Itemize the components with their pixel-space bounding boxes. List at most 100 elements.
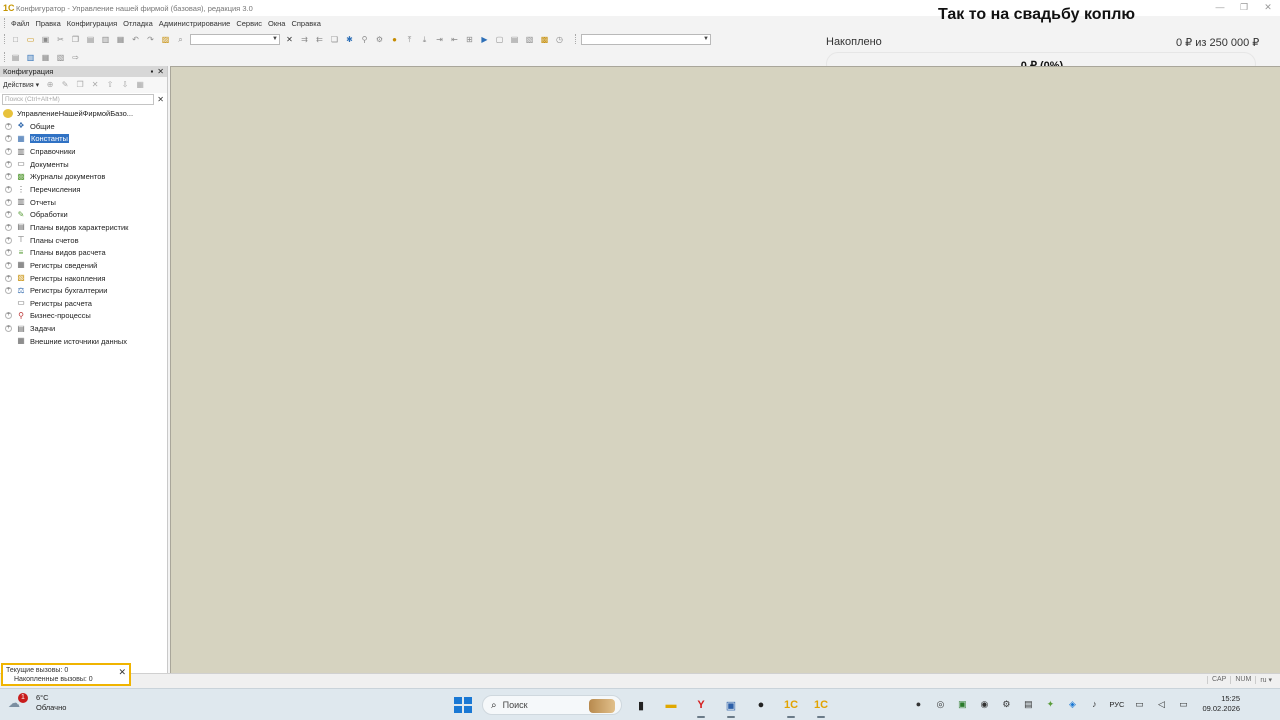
delete-icon[interactable]: ✕ [90,80,100,90]
menu-administration[interactable]: Администрирование [159,19,231,28]
windows-start-icon[interactable] [452,695,472,715]
display-icon[interactable]: ▤ [1021,697,1035,711]
move-down-icon[interactable]: ⇩ [120,80,130,90]
minimize-icon[interactable]: — [1208,0,1232,16]
chevron-down-icon[interactable]: ▼ [703,35,709,44]
copy-item-icon[interactable]: ❐ [75,80,85,90]
steam-icon[interactable]: ◉ [977,697,991,711]
remote-desktop-icon[interactable]: ▣ [720,694,742,718]
expand-icon[interactable]: + [5,148,12,156]
language-indicator[interactable]: ru ▾ [1255,676,1276,684]
expand-icon[interactable]: + [5,122,12,130]
menu-edit[interactable]: Правка [35,19,60,28]
expand-icon[interactable]: + [5,198,12,206]
tree-item-accounts[interactable]: + ⊤ Планы счетов [0,234,167,247]
yandex-browser-icon[interactable]: Y [690,694,712,718]
expand-icon[interactable]: + [5,249,12,257]
tree-item-common[interactable]: + ❖ Общие [0,120,167,133]
1c-enterprise-icon[interactable]: 1С [780,694,802,718]
clear-search-icon[interactable]: ✕ [284,34,295,45]
tree-item-acc-registers[interactable]: + ⚖ Регистры бухгалтерии [0,284,167,297]
window-3-icon[interactable]: ▧ [524,34,535,45]
expand-icon[interactable]: + [5,287,12,295]
tree-root[interactable]: УправлениеНашейФирмойБазо... [0,107,167,120]
bp-2-icon[interactable]: ⤓ [419,34,430,45]
tree-item-constants[interactable]: + ▦ Константы [0,133,167,146]
expand-icon[interactable]: + [5,274,12,282]
tree-icon[interactable]: ▥ [25,52,36,63]
tree-item-business-process[interactable]: + ⚲ Бизнес-процессы [0,310,167,323]
edit-icon[interactable]: ✎ [60,80,70,90]
pin-icon[interactable]: ▪ [150,67,153,76]
tree-item-accum-registers[interactable]: + ▧ Регистры накопления [0,272,167,285]
settings-tray-icon[interactable]: ⚙ [999,697,1013,711]
tree-item-documents[interactable]: + ▭ Документы [0,158,167,171]
expand-icon[interactable]: + [5,312,12,320]
panel-search-input[interactable] [2,94,155,105]
expand-icon[interactable]: + [5,173,12,181]
find-next-icon[interactable]: ⇉ [299,34,310,45]
obs-icon[interactable]: ● [750,694,772,716]
find-prev-icon[interactable]: ⇇ [314,34,325,45]
add-icon[interactable]: ⊕ [45,80,55,90]
compare-icon[interactable]: ▦ [40,52,51,63]
tree-item-char-types[interactable]: + ▤ Планы видов характеристик [0,221,167,234]
open-folder-icon[interactable]: ▭ [25,34,36,45]
list-icon[interactable]: ▤ [10,52,21,63]
chrome-tray-icon[interactable]: ◎ [933,697,947,711]
tree-item-catalogs[interactable]: + ▥ Справочники [0,145,167,158]
android-icon[interactable]: ✦ [1043,697,1057,711]
keyboard-layout[interactable]: РУС [1109,700,1124,709]
menu-debug[interactable]: Отладка [123,19,153,28]
debug-config-icon[interactable]: ⚙ [374,34,385,45]
1c-configurator-icon[interactable]: 1С [810,694,832,718]
menu-grip[interactable] [4,18,7,28]
file-explorer-icon[interactable]: ▬ [660,694,682,716]
expand-icon[interactable]: + [5,236,12,244]
debug-step-icon[interactable]: ⚲ [359,34,370,45]
tree-item-processing[interactable]: + ✎ Обработки [0,208,167,221]
menu-service[interactable]: Сервис [236,19,262,28]
close-icon[interactable]: ✕ [118,668,126,677]
info-icon[interactable]: ● [389,34,400,45]
network-icon[interactable]: ▭ [1132,697,1146,711]
find-icon[interactable]: ⌕ [175,34,186,45]
paste-icon[interactable]: ▤ [85,34,96,45]
move-up-icon[interactable]: ⇧ [105,80,115,90]
panel-close-icon[interactable]: ✕ [157,67,164,76]
undo-icon[interactable]: ↶ [130,34,141,45]
module-combo[interactable]: ▼ [581,33,711,45]
tree-item-enums[interactable]: + ⋮ Перечисления [0,183,167,196]
tree-item-calc-registers[interactable]: ▭ Регистры расчета [0,297,167,310]
tree-item-calc-types[interactable]: + ≡ Планы видов расчета [0,246,167,259]
bp-4-icon[interactable]: ⇤ [449,34,460,45]
actions-menu[interactable]: Действия ▾ [3,81,39,89]
window-2-icon[interactable]: ▤ [509,34,520,45]
print-icon[interactable]: ▥ [100,34,111,45]
menu-configuration[interactable]: Конфигурация [67,19,117,28]
menu-windows[interactable]: Окна [268,19,285,28]
bp-3-icon[interactable]: ⇥ [434,34,445,45]
export-icon[interactable]: ⇨ [70,52,81,63]
nvidia-icon[interactable]: ▣ [955,697,969,711]
window-1-icon[interactable]: ▢ [494,34,505,45]
bp-1-icon[interactable]: ⤒ [404,34,415,45]
find-in-files-icon[interactable]: ▨ [160,34,171,45]
toolbar-grip-3[interactable] [4,52,7,62]
task-view-icon[interactable]: ▮ [630,694,652,716]
search-combo[interactable]: ▼ [190,33,280,45]
expand-icon[interactable]: + [5,261,12,269]
menu-file[interactable]: Файл [11,19,29,28]
chevron-down-icon[interactable]: ▼ [272,35,278,44]
clear-icon[interactable]: ✕ [156,94,165,105]
toolbar-grip-2[interactable] [575,34,578,44]
sort-icon[interactable]: ▦ [135,80,145,90]
expand-icon[interactable]: + [5,211,12,219]
close-icon[interactable]: ✕ [1256,0,1280,16]
merge-icon[interactable]: ▧ [55,52,66,63]
expand-icon[interactable]: + [5,160,12,168]
timer-icon[interactable]: ◷ [554,34,565,45]
copy-icon[interactable]: ❐ [70,34,81,45]
microphone-icon[interactable]: ♪ [1087,697,1101,711]
expand-icon[interactable]: + [5,223,12,231]
